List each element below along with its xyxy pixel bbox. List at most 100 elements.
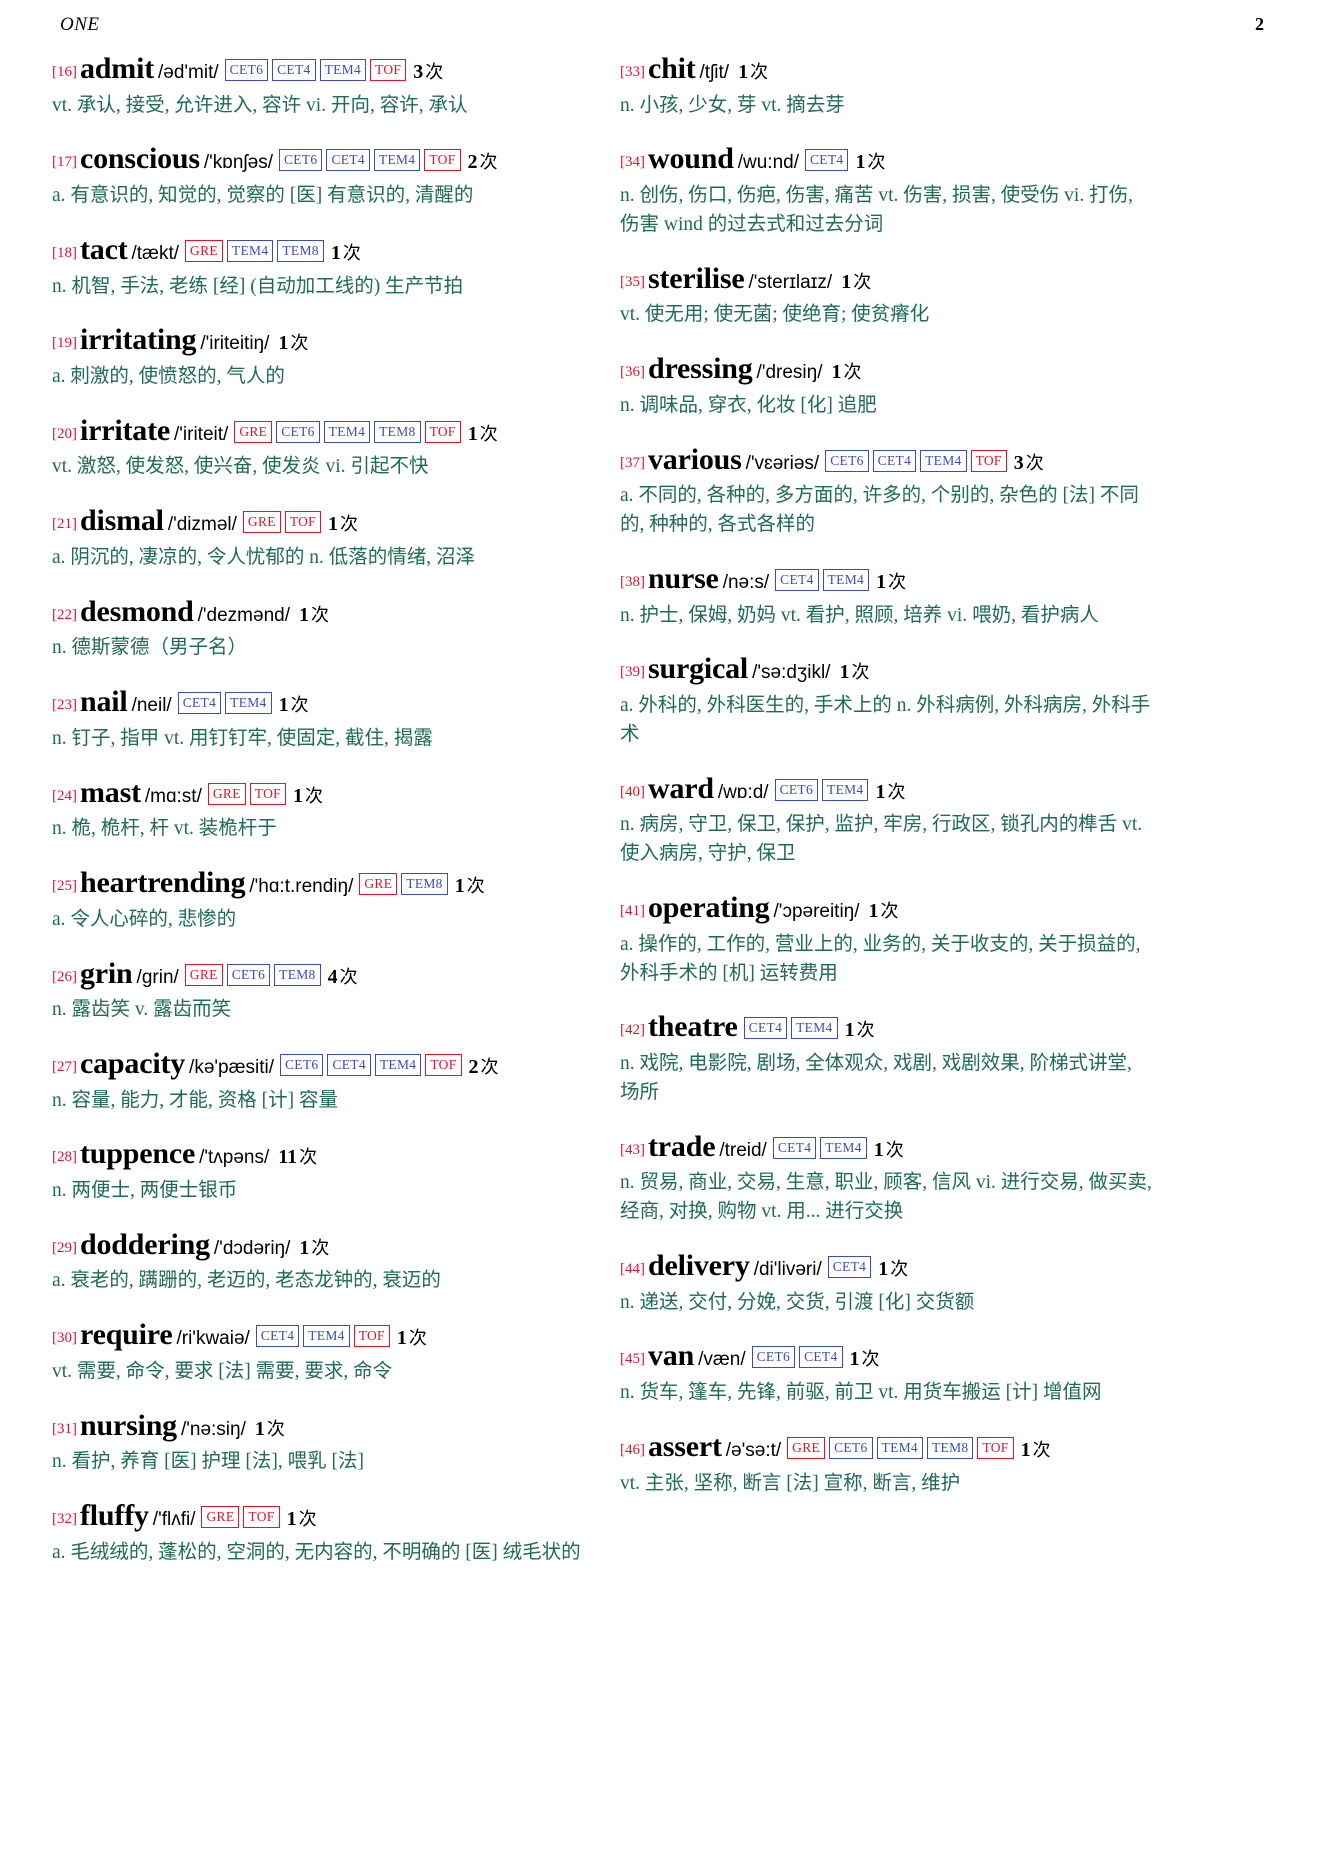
exam-tag-gre[interactable]: GRE	[234, 420, 273, 443]
headword[interactable]: surgical	[648, 652, 748, 685]
exam-tag-tem8[interactable]: TEM8	[374, 420, 421, 443]
exam-tag-tem4[interactable]: TEM4	[374, 1053, 422, 1076]
exam-tag-tof[interactable]: TOF	[970, 449, 1007, 472]
occurrence-count: 1	[876, 570, 887, 593]
headword[interactable]: delivery	[648, 1249, 750, 1282]
headword[interactable]: grin	[80, 957, 133, 990]
exam-tag-gre[interactable]: GRE	[201, 1506, 240, 1529]
definition: n. 钉子, 指甲 vt. 用钉钉牢, 使固定, 截住, 揭露	[52, 727, 433, 749]
exam-tag-tof[interactable]: TOF	[249, 782, 286, 805]
entry-index: [29]	[52, 1239, 77, 1256]
exam-tag-cet6[interactable]: CET6	[829, 1436, 873, 1459]
headword[interactable]: chit	[648, 52, 696, 85]
exam-tag-tem4[interactable]: TEM4	[226, 239, 274, 262]
exam-tag-gre[interactable]: GRE	[242, 511, 281, 534]
occurrence-count: 1	[868, 900, 879, 923]
exam-tag-tem4[interactable]: TEM4	[319, 59, 367, 81]
exam-tag-tof[interactable]: TOF	[243, 1506, 280, 1529]
exam-tag-cet6[interactable]: CET6	[751, 1346, 796, 1369]
headword[interactable]: capacity	[80, 1047, 185, 1080]
exam-tag-tem8[interactable]: TEM8	[926, 1436, 974, 1459]
exam-tag-tof[interactable]: TOF	[370, 59, 407, 81]
exam-tag-cet6[interactable]: CET6	[226, 963, 271, 986]
headword[interactable]: wound	[648, 142, 734, 175]
exam-tag-tem4[interactable]: TEM4	[920, 449, 967, 472]
exam-tag-tem4[interactable]: TEM4	[820, 1136, 867, 1159]
headword[interactable]: trade	[648, 1130, 716, 1163]
exam-tag-cet4[interactable]: CET4	[743, 1017, 788, 1040]
headword[interactable]: doddering	[80, 1228, 210, 1261]
exam-tag-tof[interactable]: TOF	[977, 1436, 1014, 1459]
exam-tag-cet6[interactable]: CET6	[279, 1053, 324, 1076]
exam-tag-tem4[interactable]: TEM4	[303, 1325, 350, 1348]
occurrence-count-unit: 次	[1032, 1439, 1051, 1460]
exam-tag-cet6[interactable]: CET6	[224, 59, 269, 81]
headword[interactable]: theatre	[648, 1010, 738, 1043]
exam-tag-tem4[interactable]: TEM4	[323, 420, 371, 443]
headword[interactable]: operating	[648, 891, 770, 924]
exam-tag-cet4[interactable]: CET4	[872, 449, 917, 472]
headword[interactable]: nurse	[648, 562, 719, 595]
headword[interactable]: tuppence	[80, 1137, 195, 1170]
exam-tag-cet6[interactable]: CET6	[276, 420, 320, 443]
exam-tag-gre[interactable]: GRE	[184, 963, 223, 986]
exam-tag-gre[interactable]: GRE	[359, 873, 398, 896]
headword[interactable]: sterilise	[648, 262, 745, 295]
exam-tag-tof[interactable]: TOF	[424, 149, 461, 172]
exam-tag-cet4[interactable]: CET4	[827, 1256, 872, 1278]
exam-tag-gre[interactable]: GRE	[207, 782, 246, 805]
exam-tag-cet4[interactable]: CET4	[255, 1325, 300, 1348]
exam-tag-tem8[interactable]: TEM8	[277, 239, 324, 262]
headword[interactable]: nail	[80, 685, 128, 718]
headword[interactable]: desmond	[80, 595, 194, 628]
headword[interactable]: require	[80, 1318, 173, 1351]
exam-tag-cet6[interactable]: CET6	[774, 778, 819, 801]
entry-headline: [24] mast/mɑ:st/ GRE TOF 1 次	[52, 772, 584, 815]
exam-tag-cet4[interactable]: CET4	[799, 1346, 843, 1369]
exam-tag-cet4[interactable]: CET4	[326, 149, 370, 172]
exam-tag-cet4[interactable]: CET4	[775, 568, 819, 591]
exam-tag-tem4[interactable]: TEM4	[822, 778, 869, 801]
headword[interactable]: nursing	[80, 1409, 177, 1442]
exam-tag-tem8[interactable]: TEM8	[274, 963, 321, 986]
exam-tag-cet4[interactable]: CET4	[327, 1053, 371, 1076]
exam-tag-tem4[interactable]: TEM4	[822, 568, 870, 591]
headword[interactable]: mast	[80, 776, 141, 809]
exam-tag-cet4[interactable]: CET4	[772, 1136, 817, 1159]
headword[interactable]: heartrending	[80, 866, 246, 899]
headword[interactable]: fluffy	[80, 1499, 149, 1532]
entry-index: [32]	[52, 1511, 77, 1528]
entry-index: [21]	[52, 516, 77, 533]
exam-tag-tem4[interactable]: TEM4	[225, 692, 272, 715]
exam-tag-gre[interactable]: GRE	[787, 1436, 826, 1459]
exam-tag-tem4[interactable]: TEM4	[791, 1017, 838, 1040]
headword[interactable]: tact	[80, 233, 128, 266]
exam-tag-tof[interactable]: TOF	[424, 420, 461, 443]
phonetic-transcription: /tʃit/	[699, 62, 730, 83]
document-title: ONE	[60, 14, 100, 35]
headword[interactable]: irritate	[80, 414, 170, 447]
exam-tag-tem4[interactable]: TEM4	[876, 1436, 923, 1459]
exam-tag-cet4[interactable]: CET4	[805, 149, 849, 172]
occurrence-count-unit: 次	[290, 695, 309, 716]
headword[interactable]: van	[648, 1339, 694, 1372]
headword[interactable]: various	[648, 443, 742, 476]
headword[interactable]: admit	[80, 52, 154, 85]
headword[interactable]: irritating	[80, 323, 197, 356]
exam-tag-tof[interactable]: TOF	[284, 511, 321, 534]
exam-tag-tof[interactable]: TOF	[353, 1325, 390, 1348]
exam-tag-cet6[interactable]: CET6	[825, 449, 869, 472]
headword[interactable]: assert	[648, 1430, 722, 1463]
exam-tag-tem8[interactable]: TEM8	[401, 873, 448, 896]
headword[interactable]: ward	[648, 772, 714, 805]
headword[interactable]: conscious	[80, 142, 200, 175]
exam-tag-tof[interactable]: TOF	[425, 1053, 462, 1076]
headword[interactable]: dressing	[648, 352, 753, 385]
exam-tag-tem4[interactable]: TEM4	[373, 149, 421, 172]
exam-tag-cet4[interactable]: CET4	[272, 59, 316, 81]
exam-tag-gre[interactable]: GRE	[185, 239, 223, 262]
headword[interactable]: dismal	[80, 504, 164, 537]
exam-tag-cet6[interactable]: CET6	[279, 149, 323, 172]
definition: a. 衰老的, 蹒跚的, 老迈的, 老态龙钟的, 衰迈的	[52, 1270, 441, 1292]
exam-tag-cet4[interactable]: CET4	[177, 692, 222, 715]
